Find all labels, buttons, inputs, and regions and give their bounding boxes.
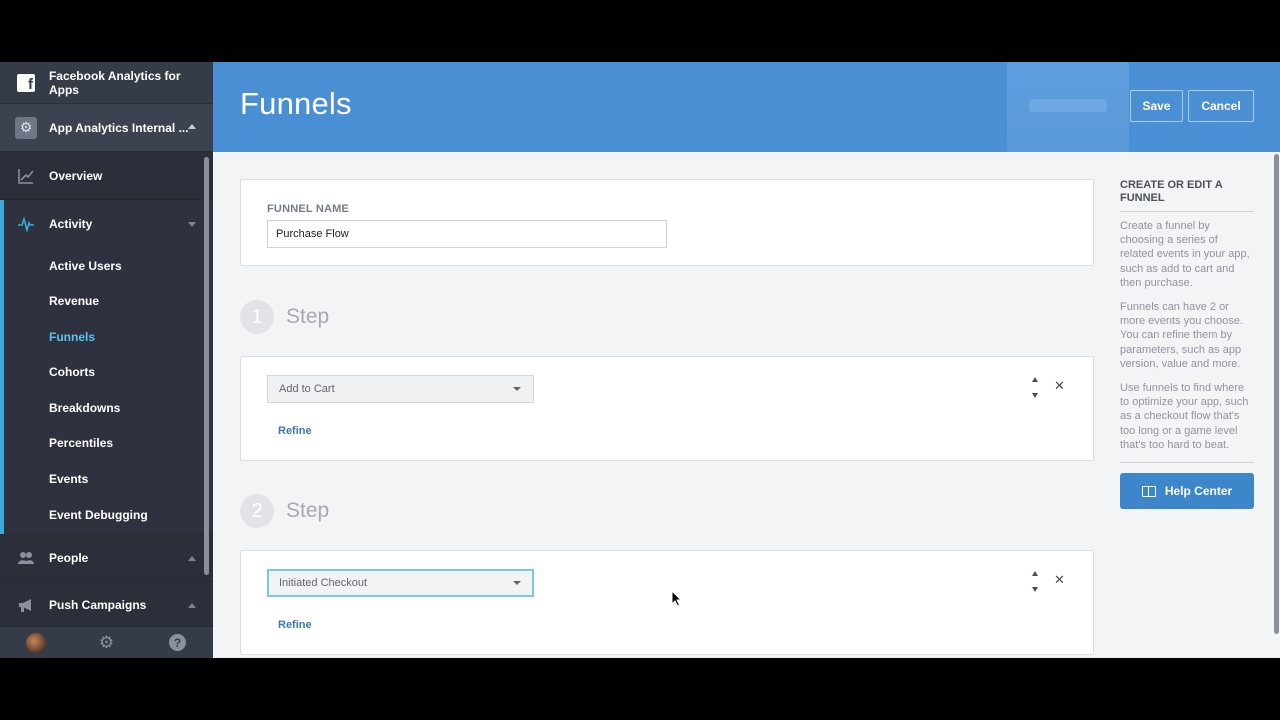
sidebar-item-funnels[interactable]: Funnels bbox=[4, 319, 213, 355]
sidebar-item-push-campaigns[interactable]: Push Campaigns bbox=[0, 582, 213, 627]
sidebar-nav: Overview Activity Active Users Revenue F… bbox=[0, 152, 213, 626]
refine-link[interactable]: Refine bbox=[278, 425, 312, 437]
move-up-icon[interactable] bbox=[1032, 571, 1038, 576]
megaphone-icon bbox=[17, 596, 35, 614]
gear-icon: ⚙ bbox=[98, 632, 115, 652]
app-selector-label: App Analytics Internal ... bbox=[49, 120, 189, 135]
sidebar-item-active-users[interactable]: Active Users bbox=[4, 248, 213, 284]
step-card: Initiated Checkout Refine ✕ bbox=[240, 550, 1094, 655]
app-selector[interactable]: ⚙ App Analytics Internal ... bbox=[0, 104, 213, 152]
event-select-value: Add to Cart bbox=[279, 383, 335, 395]
blurred-region bbox=[1007, 62, 1129, 152]
step-card: Add to Cart Refine ✕ bbox=[240, 356, 1094, 461]
info-paragraph: Create a funnel by choosing a series of … bbox=[1120, 220, 1250, 289]
sidebar-item-event-debugging[interactable]: Event Debugging bbox=[4, 497, 213, 534]
funnel-name-input[interactable]: Purchase Flow bbox=[267, 220, 667, 248]
sidebar-item-events[interactable]: Events bbox=[4, 461, 213, 497]
step-number: 1 bbox=[240, 300, 274, 334]
avatar bbox=[25, 632, 46, 653]
sidebar-item-revenue[interactable]: Revenue bbox=[4, 284, 213, 320]
help-button[interactable]: ? bbox=[142, 634, 213, 651]
blurred-pill bbox=[1029, 99, 1107, 112]
sidebar-item-activity[interactable]: Activity bbox=[4, 200, 213, 248]
step-number: 2 bbox=[240, 494, 274, 528]
help-icon: ? bbox=[169, 634, 186, 651]
app-window: f Facebook Analytics for Apps ⚙ App Anal… bbox=[0, 62, 1280, 658]
sidebar-item-label: Overview bbox=[49, 168, 103, 183]
info-paragraph: Funnels can have 2 or more events you ch… bbox=[1120, 301, 1243, 370]
main-content: FUNNEL NAME Purchase Flow 1 Step Add to … bbox=[213, 152, 1273, 658]
move-down-icon[interactable] bbox=[1032, 393, 1038, 398]
sidebar-item-people[interactable]: People bbox=[0, 533, 213, 582]
sidebar-item-breakdowns[interactable]: Breakdowns bbox=[4, 390, 213, 426]
help-center-button[interactable]: Help Center bbox=[1120, 473, 1254, 510]
app-gear-icon: ⚙ bbox=[15, 116, 37, 139]
activity-section: Activity Active Users Revenue Funnels Co… bbox=[0, 200, 213, 534]
info-paragraph: Use funnels to find where to optimize yo… bbox=[1120, 382, 1249, 451]
close-icon[interactable]: ✕ bbox=[1054, 573, 1065, 586]
step-header: 1 Step bbox=[240, 300, 329, 334]
event-select-value: Initiated Checkout bbox=[279, 577, 368, 589]
move-down-icon[interactable] bbox=[1032, 587, 1038, 592]
chart-icon bbox=[17, 167, 35, 185]
page-scrollbar[interactable] bbox=[1273, 152, 1280, 658]
event-select[interactable]: Initiated Checkout bbox=[267, 569, 534, 597]
sidebar-footer: ⚙ ? bbox=[0, 626, 213, 658]
sidebar-item-percentiles[interactable]: Percentiles bbox=[4, 426, 213, 462]
chevron-up-icon bbox=[188, 124, 196, 129]
close-icon[interactable]: ✕ bbox=[1054, 379, 1065, 392]
step-label: Step bbox=[286, 499, 330, 522]
divider bbox=[1120, 462, 1254, 464]
brand-title: Facebook Analytics for Apps bbox=[48, 68, 181, 97]
page-title: Funnels bbox=[240, 86, 352, 121]
brand-header[interactable]: f Facebook Analytics for Apps bbox=[0, 62, 213, 104]
chevron-down-icon bbox=[188, 222, 196, 227]
step-header: 2 Step bbox=[240, 494, 329, 528]
move-up-icon[interactable] bbox=[1032, 377, 1038, 382]
funnel-name-card: FUNNEL NAME Purchase Flow bbox=[240, 179, 1094, 266]
profile-button[interactable] bbox=[0, 632, 71, 653]
help-center-label: Help Center bbox=[1164, 484, 1233, 499]
sidebar: f Facebook Analytics for Apps ⚙ App Anal… bbox=[0, 62, 213, 658]
sidebar-item-label: Activity bbox=[49, 217, 93, 231]
settings-button[interactable]: ⚙ bbox=[71, 633, 142, 653]
facebook-logo-icon: f bbox=[17, 73, 35, 92]
info-title: CREATE OR EDIT A FUNNEL bbox=[1120, 179, 1254, 212]
sidebar-item-cohorts[interactable]: Cohorts bbox=[4, 355, 213, 391]
page-header: Funnels Save Cancel bbox=[213, 62, 1280, 152]
people-icon bbox=[17, 549, 35, 567]
sidebar-scrollbar[interactable] bbox=[204, 157, 209, 575]
book-icon bbox=[1141, 485, 1156, 497]
save-button[interactable]: Save bbox=[1130, 90, 1183, 122]
chevron-up-icon bbox=[188, 555, 196, 561]
event-select[interactable]: Add to Cart bbox=[267, 375, 534, 403]
chevron-down-icon bbox=[513, 581, 521, 585]
sidebar-item-label: People bbox=[49, 550, 89, 565]
info-panel: CREATE OR EDIT A FUNNEL Create a funnel … bbox=[1120, 179, 1254, 510]
chevron-down-icon bbox=[513, 387, 521, 391]
sidebar-item-overview[interactable]: Overview bbox=[0, 152, 213, 200]
pulse-icon bbox=[17, 215, 35, 233]
funnel-name-label: FUNNEL NAME bbox=[267, 203, 350, 215]
scrollbar-thumb[interactable] bbox=[1274, 154, 1279, 634]
chevron-up-icon bbox=[188, 602, 196, 608]
step-label: Step bbox=[286, 305, 330, 328]
cancel-button[interactable]: Cancel bbox=[1188, 90, 1254, 122]
mouse-cursor-icon bbox=[671, 590, 683, 607]
refine-link[interactable]: Refine bbox=[278, 619, 312, 631]
sidebar-item-label: Push Campaigns bbox=[49, 598, 147, 612]
